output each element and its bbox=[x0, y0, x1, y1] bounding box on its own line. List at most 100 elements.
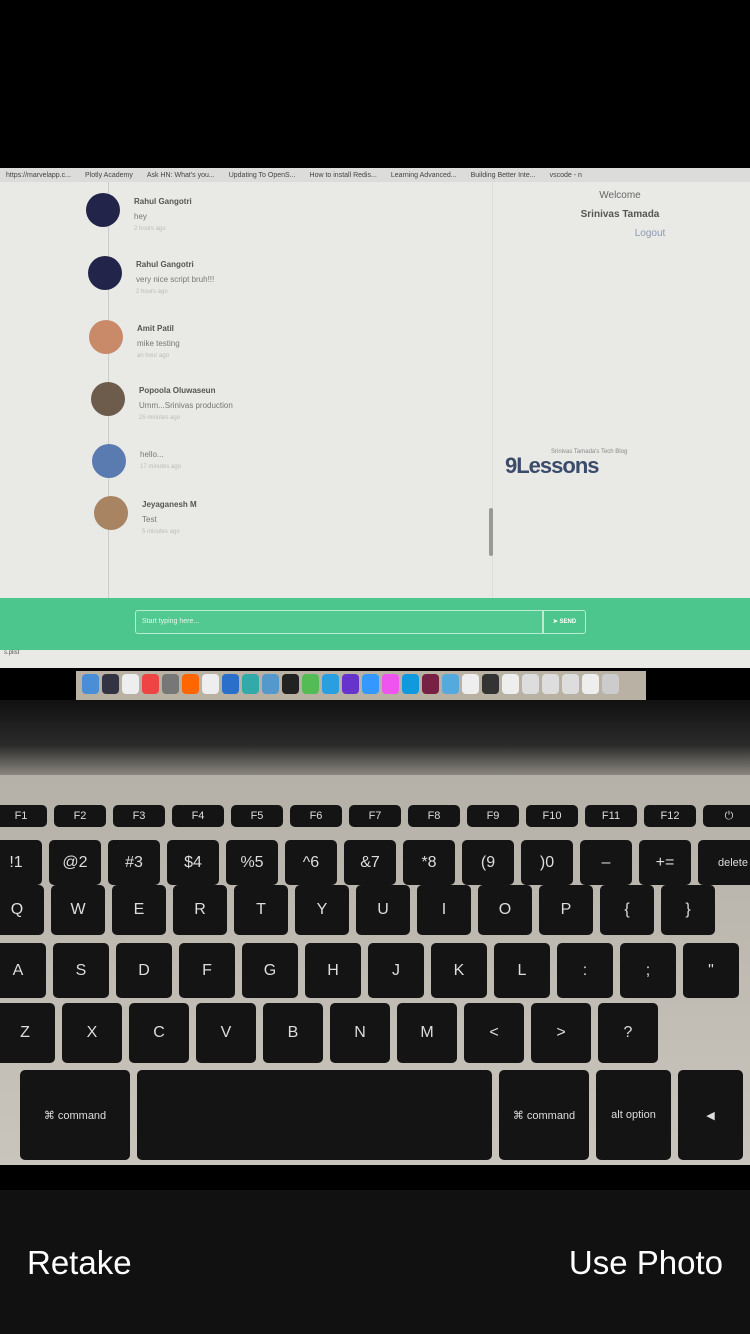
key[interactable]: ⌘ command bbox=[20, 1070, 130, 1160]
key[interactable]: } bbox=[661, 885, 715, 935]
key[interactable]: F1 bbox=[0, 805, 47, 827]
dock-app-icon[interactable] bbox=[542, 674, 559, 694]
key[interactable]: !1 bbox=[0, 840, 42, 885]
key[interactable]: : bbox=[557, 943, 613, 998]
key[interactable]: O bbox=[478, 885, 532, 935]
key[interactable]: J bbox=[368, 943, 424, 998]
retake-button[interactable]: Retake bbox=[27, 1244, 132, 1282]
key[interactable]: ? bbox=[598, 1003, 658, 1063]
dock-app-icon[interactable] bbox=[502, 674, 519, 694]
key[interactable]: F12 bbox=[644, 805, 696, 827]
key[interactable]: %5 bbox=[226, 840, 278, 885]
key[interactable]: ◀ bbox=[678, 1070, 743, 1160]
key[interactable]: < bbox=[464, 1003, 524, 1063]
key[interactable]: F11 bbox=[585, 805, 637, 827]
key[interactable]: > bbox=[531, 1003, 591, 1063]
bookmark[interactable]: Updating To OpenS... bbox=[229, 172, 296, 179]
key[interactable]: { bbox=[600, 885, 654, 935]
key[interactable]: N bbox=[330, 1003, 390, 1063]
bookmark[interactable]: Building Better Inte... bbox=[471, 172, 536, 179]
key[interactable]: F10 bbox=[526, 805, 578, 827]
key[interactable]: W bbox=[51, 885, 105, 935]
use-photo-button[interactable]: Use Photo bbox=[569, 1244, 723, 1282]
dock-app-icon[interactable] bbox=[402, 674, 419, 694]
dock-app-icon[interactable] bbox=[462, 674, 479, 694]
key[interactable]: += bbox=[639, 840, 691, 885]
dock-app-icon[interactable] bbox=[142, 674, 159, 694]
dock-app-icon[interactable] bbox=[262, 674, 279, 694]
key[interactable]: #3 bbox=[108, 840, 160, 885]
dock-app-icon[interactable] bbox=[302, 674, 319, 694]
dock-app-icon[interactable] bbox=[122, 674, 139, 694]
key[interactable]: S bbox=[53, 943, 109, 998]
send-button[interactable]: ➤ SEND bbox=[543, 610, 586, 634]
key[interactable]: F bbox=[179, 943, 235, 998]
key[interactable]: C bbox=[129, 1003, 189, 1063]
key[interactable]: R bbox=[173, 885, 227, 935]
dock-app-icon[interactable] bbox=[562, 674, 579, 694]
key[interactable]: ^6 bbox=[285, 840, 337, 885]
key[interactable]: H bbox=[305, 943, 361, 998]
dock-app-icon[interactable] bbox=[422, 674, 439, 694]
key[interactable]: (9 bbox=[462, 840, 514, 885]
key[interactable]: G bbox=[242, 943, 298, 998]
key[interactable]: K bbox=[431, 943, 487, 998]
key[interactable]: L bbox=[494, 943, 550, 998]
key[interactable]: " bbox=[683, 943, 739, 998]
dock-app-icon[interactable] bbox=[102, 674, 119, 694]
dock-app-icon[interactable] bbox=[602, 674, 619, 694]
dock-app-icon[interactable] bbox=[242, 674, 259, 694]
dock-app-icon[interactable] bbox=[582, 674, 599, 694]
key[interactable]: Q bbox=[0, 885, 44, 935]
dock-app-icon[interactable] bbox=[522, 674, 539, 694]
message-input[interactable]: Start typing here... bbox=[135, 610, 543, 634]
key[interactable]: M bbox=[397, 1003, 457, 1063]
dock-app-icon[interactable] bbox=[362, 674, 379, 694]
key[interactable]: Z bbox=[0, 1003, 55, 1063]
key[interactable]: *8 bbox=[403, 840, 455, 885]
dock-app-icon[interactable] bbox=[222, 674, 239, 694]
key[interactable]: E bbox=[112, 885, 166, 935]
key[interactable]: delete bbox=[698, 840, 750, 885]
key[interactable]: $4 bbox=[167, 840, 219, 885]
key[interactable]: F7 bbox=[349, 805, 401, 827]
key[interactable]: F6 bbox=[290, 805, 342, 827]
key[interactable]: B bbox=[263, 1003, 323, 1063]
key[interactable]: F3 bbox=[113, 805, 165, 827]
dock-app-icon[interactable] bbox=[182, 674, 199, 694]
key[interactable]: V bbox=[196, 1003, 256, 1063]
key[interactable]: F2 bbox=[54, 805, 106, 827]
bookmark[interactable]: Learning Advanced... bbox=[391, 172, 457, 179]
key[interactable]: F8 bbox=[408, 805, 460, 827]
dock-app-icon[interactable] bbox=[382, 674, 399, 694]
key[interactable]: X bbox=[62, 1003, 122, 1063]
dock-app-icon[interactable] bbox=[282, 674, 299, 694]
key[interactable] bbox=[137, 1070, 492, 1160]
key[interactable]: alt option bbox=[596, 1070, 671, 1160]
key[interactable]: )0 bbox=[521, 840, 573, 885]
bookmark[interactable]: Plotly Academy bbox=[85, 172, 133, 179]
bookmark[interactable]: vscode - n bbox=[550, 172, 582, 179]
dock-app-icon[interactable] bbox=[162, 674, 179, 694]
key[interactable]: U bbox=[356, 885, 410, 935]
key[interactable]: Y bbox=[295, 885, 349, 935]
key[interactable]: ; bbox=[620, 943, 676, 998]
key[interactable]: – bbox=[580, 840, 632, 885]
dock-app-icon[interactable] bbox=[442, 674, 459, 694]
key[interactable]: @2 bbox=[49, 840, 101, 885]
key[interactable]: ⌘ command bbox=[499, 1070, 589, 1160]
key[interactable]: &7 bbox=[344, 840, 396, 885]
logout-link[interactable]: Logout bbox=[575, 228, 666, 239]
key[interactable]: A bbox=[0, 943, 46, 998]
dock-app-icon[interactable] bbox=[82, 674, 99, 694]
scrollbar[interactable] bbox=[489, 508, 493, 556]
key[interactable]: F9 bbox=[467, 805, 519, 827]
key[interactable]: I bbox=[417, 885, 471, 935]
key[interactable]: P bbox=[539, 885, 593, 935]
bookmark[interactable]: How to install Redis... bbox=[310, 172, 377, 179]
key[interactable]: ⏻ bbox=[703, 805, 750, 827]
key[interactable]: F4 bbox=[172, 805, 224, 827]
dock-app-icon[interactable] bbox=[322, 674, 339, 694]
key[interactable]: F5 bbox=[231, 805, 283, 827]
key[interactable]: T bbox=[234, 885, 288, 935]
